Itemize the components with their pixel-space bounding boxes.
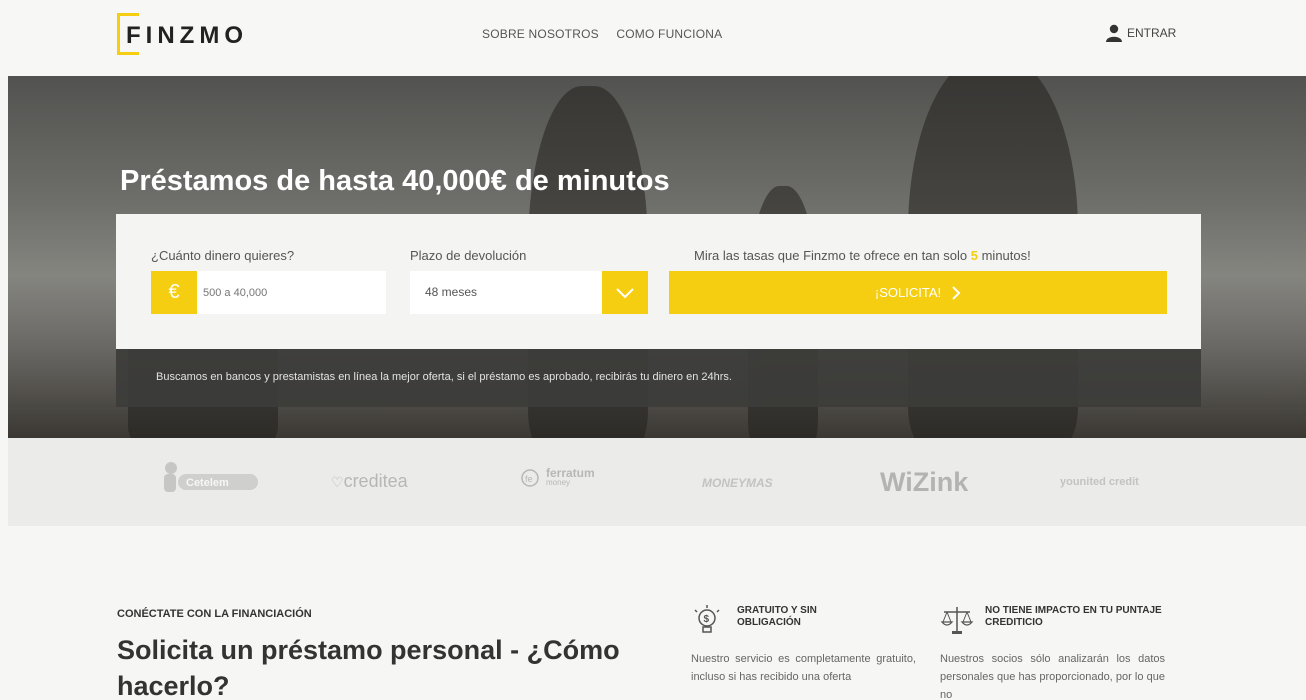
hero-title: Préstamos de hasta 40,000€ de minutos: [120, 165, 670, 197]
amount-field-group: €: [151, 271, 386, 314]
partners-strip: Cetelem ♡creditea fe ferratum money MONE…: [8, 438, 1306, 526]
svg-text:fe: fe: [525, 474, 533, 484]
section-title: Solicita un préstamo personal - ¿Cómo ha…: [117, 635, 620, 700]
amount-label: ¿Cuánto dinero quieres?: [151, 248, 295, 263]
cta-message-highlight: 5: [970, 248, 978, 263]
info-text: Buscamos en bancos y prestamistas en lín…: [156, 371, 732, 383]
section-eyebrow: CONÉCTATE CON LA FINANCIACIÓN: [117, 608, 312, 620]
partner-logo-moneymas: MONEYMAS: [702, 476, 773, 490]
partner-logo-younited: younited credit: [1060, 476, 1139, 488]
cta-message-after: minutos!: [977, 248, 1031, 263]
partner-logo-cetelem: Cetelem: [158, 460, 263, 501]
user-icon: [1106, 24, 1122, 42]
creditea-name: creditea: [343, 471, 408, 491]
loan-form: ¿Cuánto dinero quieres? € Plazo de devol…: [116, 214, 1201, 349]
info-bar: Buscamos en bancos y prestamistas en lín…: [116, 349, 1201, 407]
solicita-label: ¡SOLICITA!: [874, 285, 942, 300]
login-label: ENTRAR: [1127, 26, 1177, 40]
term-label: Plazo de devolución: [410, 248, 527, 263]
lightbulb-dollar-icon: $: [694, 605, 720, 633]
cetelem-logo-icon: Cetelem: [164, 462, 258, 492]
amount-input[interactable]: [197, 271, 386, 314]
partner-logo-ferratum: fe ferratum money: [520, 466, 595, 488]
feature-credit-title: NO TIENE IMPACTO EN TU PUNTAJE CREDITICI…: [985, 605, 1162, 628]
cta-message-before: Mira las tasas que Finzmo te ofrece en t…: [694, 248, 971, 263]
nav-how-it-works[interactable]: COMO FUNCIONA: [616, 27, 722, 41]
euro-icon: €: [151, 271, 197, 314]
hero-section: Préstamos de hasta 40,000€ de minutos ¿C…: [8, 76, 1306, 438]
scale-icon: [940, 607, 974, 634]
feature-credit-body: Nuestros socios sólo analizarán los dato…: [940, 653, 1165, 700]
finzmo-logo[interactable]: FINZMO: [117, 13, 267, 55]
logo-text: FINZMO: [126, 22, 248, 49]
ferratum-logo-icon: fe: [521, 469, 539, 487]
heart-icon: ♡: [331, 474, 344, 490]
main-nav: SOBRE NOSOTROS COMO FUNCIONA: [482, 27, 736, 41]
feature-free-body: Nuestro servicio es completamente gratui…: [691, 653, 916, 683]
login-link[interactable]: ENTRAR: [1106, 24, 1176, 42]
chevron-right-icon: [952, 285, 961, 300]
chevron-down-icon[interactable]: [602, 271, 648, 314]
site-header: FINZMO SOBRE NOSOTROS COMO FUNCIONA ENTR…: [0, 0, 1306, 76]
feature-free-title: GRATUITO Y SIN OBLIGACIÓN: [737, 605, 817, 628]
cetelem-name: Cetelem: [186, 477, 229, 489]
svg-text:$: $: [704, 614, 710, 625]
partner-logo-wizink: WiZink: [880, 467, 969, 497]
term-value: 48 meses: [425, 285, 478, 299]
solicita-button[interactable]: ¡SOLICITA!: [669, 271, 1167, 314]
cta-message: Mira las tasas que Finzmo te ofrece en t…: [694, 248, 1031, 263]
term-select[interactable]: 48 meses: [410, 271, 648, 314]
partner-logo-creditea: ♡creditea: [331, 471, 408, 492]
nav-about[interactable]: SOBRE NOSOTROS: [482, 27, 599, 41]
ferratum-name: ferratum: [546, 466, 595, 480]
